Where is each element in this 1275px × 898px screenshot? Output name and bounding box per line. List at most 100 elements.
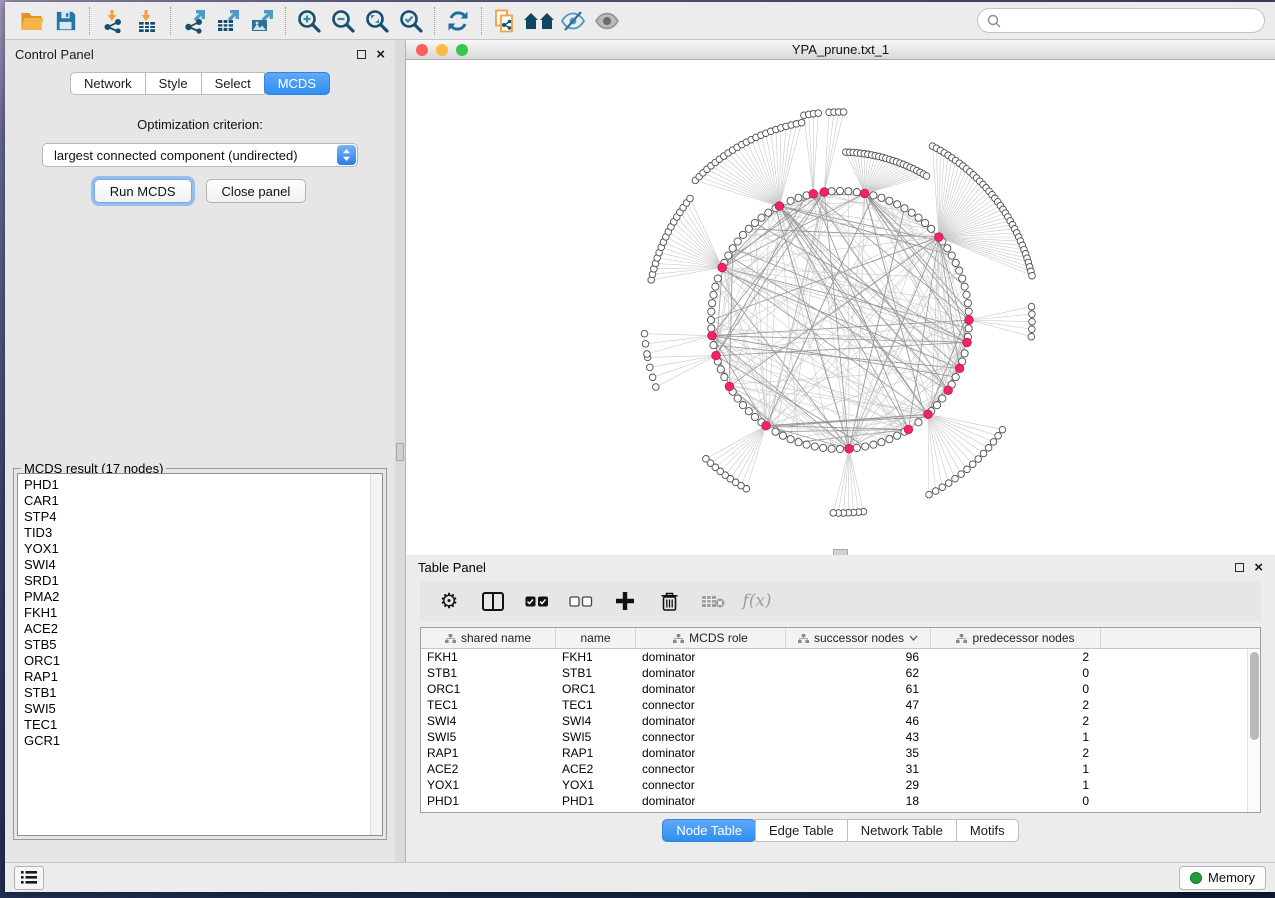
open-file-button[interactable] xyxy=(15,5,49,37)
column-namespace-icon xyxy=(445,634,456,643)
tab-network-table[interactable]: Network Table xyxy=(847,819,957,842)
memory-button[interactable]: Memory xyxy=(1179,866,1266,890)
column-header-predecessor-nodes[interactable]: predecessor nodes xyxy=(931,628,1101,649)
table-scrollbar[interactable] xyxy=(1247,649,1260,812)
close-window-icon[interactable] xyxy=(416,44,428,56)
table-row[interactable]: PHD1PHD1dominator180 xyxy=(421,793,1260,809)
table-row[interactable]: TEC1TEC1connector472 xyxy=(421,697,1260,713)
table-row[interactable]: ACE2ACE2connector311 xyxy=(421,761,1260,777)
import-table-button[interactable] xyxy=(130,5,164,37)
table-row[interactable]: SWI5SWI5connector431 xyxy=(421,729,1260,745)
tab-node-table[interactable]: Node Table xyxy=(662,819,756,842)
network-graph[interactable] xyxy=(406,60,1275,555)
cell-filler xyxy=(1101,649,1260,665)
table-toolbar: ⚙ xyxy=(420,581,1261,621)
panel-split-divider[interactable] xyxy=(395,40,405,862)
cell-successor-nodes: 96 xyxy=(786,649,931,665)
cell-filler xyxy=(1101,729,1260,745)
refresh-layout-button[interactable] xyxy=(441,5,475,37)
export-network-icon xyxy=(181,8,207,34)
table-scrollbar-thumb[interactable] xyxy=(1250,652,1259,740)
mcds-result-item[interactable]: STB5 xyxy=(24,637,382,653)
column-header-shared-name[interactable]: shared name xyxy=(421,628,556,649)
mcds-result-item[interactable]: YOX1 xyxy=(24,541,382,557)
close-panel-icon[interactable]: × xyxy=(376,47,385,62)
control-panel-title: Control Panel xyxy=(15,47,94,62)
mcds-result-item[interactable]: SWI4 xyxy=(24,557,382,573)
cell-successor-nodes: 46 xyxy=(786,713,931,729)
cell-shared-name: ORC1 xyxy=(421,681,556,697)
run-mcds-button[interactable]: Run MCDS xyxy=(94,179,192,203)
table-body: FKH1FKH1dominator962STB1STB1dominator620… xyxy=(421,649,1260,809)
mcds-result-item[interactable]: PMA2 xyxy=(24,589,382,605)
column-header-name[interactable]: name xyxy=(556,628,636,649)
cell-filler xyxy=(1101,665,1260,681)
table-tabs: Node TableEdge TableNetwork TableMotifs xyxy=(406,819,1275,842)
close-panel-button[interactable]: Close panel xyxy=(206,179,307,203)
tab-edge-table[interactable]: Edge Table xyxy=(755,819,848,842)
close-table-panel-icon[interactable]: × xyxy=(1254,560,1263,575)
copy-network-button[interactable] xyxy=(488,5,522,37)
mcds-result-item[interactable]: CAR1 xyxy=(24,493,382,509)
divider-handle[interactable] xyxy=(396,443,404,461)
table-row[interactable]: YOX1YOX1connector291 xyxy=(421,777,1260,793)
mcds-result-item[interactable]: ORC1 xyxy=(24,653,382,669)
mcds-result-item[interactable]: SRD1 xyxy=(24,573,382,589)
delete-column-button[interactable] xyxy=(654,586,684,616)
column-header-successor-nodes[interactable]: successor nodes xyxy=(786,628,931,649)
mcds-result-item[interactable]: GCR1 xyxy=(24,733,382,749)
table-options-button[interactable]: ⚙ xyxy=(434,586,464,616)
minimize-window-icon[interactable] xyxy=(436,44,448,56)
select-all-columns-button[interactable] xyxy=(522,586,552,616)
tab-select[interactable]: Select xyxy=(201,72,265,95)
mcds-result-item[interactable]: STB1 xyxy=(24,685,382,701)
criterion-select[interactable]: largest connected component (undirected) xyxy=(42,143,358,167)
mcds-result-item[interactable]: FKH1 xyxy=(24,605,382,621)
maximize-window-icon[interactable] xyxy=(456,44,468,56)
tab-network[interactable]: Network xyxy=(70,72,146,95)
result-list-scrollbar[interactable] xyxy=(370,474,382,835)
cell-mcds-role: dominator xyxy=(636,713,786,729)
import-network-button[interactable] xyxy=(96,5,130,37)
save-session-button[interactable] xyxy=(49,5,83,37)
cell-predecessor-nodes: 1 xyxy=(931,777,1101,793)
mcds-result-item[interactable]: STP4 xyxy=(24,509,382,525)
tab-motifs[interactable]: Motifs xyxy=(956,819,1019,842)
create-column-button[interactable] xyxy=(610,586,640,616)
first-neighbors-button[interactable] xyxy=(522,5,556,37)
export-table-button[interactable] xyxy=(211,5,245,37)
float-panel-icon[interactable] xyxy=(357,50,366,59)
table-row[interactable]: STB1STB1dominator620 xyxy=(421,665,1260,681)
table-row[interactable]: FKH1FKH1dominator962 xyxy=(421,649,1260,665)
tab-mcds[interactable]: MCDS xyxy=(264,72,330,95)
mcds-result-item[interactable]: PHD1 xyxy=(24,477,382,493)
mcds-result-item[interactable]: TID3 xyxy=(24,525,382,541)
cell-name: ORC1 xyxy=(556,681,636,697)
table-row[interactable]: ORC1ORC1dominator610 xyxy=(421,681,1260,697)
table-row[interactable]: SWI4SWI4dominator462 xyxy=(421,713,1260,729)
cell-successor-nodes: 31 xyxy=(786,761,931,777)
task-history-button[interactable] xyxy=(14,866,44,890)
zoom-selected-button[interactable] xyxy=(394,5,428,37)
show-all-button[interactable] xyxy=(590,5,624,37)
mcds-result-item[interactable]: RAP1 xyxy=(24,669,382,685)
mcds-result-item[interactable]: ACE2 xyxy=(24,621,382,637)
hide-selected-button[interactable] xyxy=(556,5,590,37)
split-handle[interactable] xyxy=(833,549,848,555)
checked-boxes-icon xyxy=(525,596,549,607)
zoom-in-button[interactable] xyxy=(292,5,326,37)
mcds-result-item[interactable]: SWI5 xyxy=(24,701,382,717)
unselect-all-columns-button[interactable] xyxy=(566,586,596,616)
mcds-result-item[interactable]: TEC1 xyxy=(24,717,382,733)
column-header-mcds-role[interactable]: MCDS role xyxy=(636,628,786,649)
float-table-panel-icon[interactable] xyxy=(1235,563,1244,572)
table-row[interactable]: RAP1RAP1dominator352 xyxy=(421,745,1260,761)
tab-style[interactable]: Style xyxy=(145,72,202,95)
export-network-button[interactable] xyxy=(177,5,211,37)
export-image-button[interactable] xyxy=(245,5,279,37)
show-column-button[interactable] xyxy=(478,586,508,616)
zoom-fit-button[interactable] xyxy=(360,5,394,37)
zoom-out-button[interactable] xyxy=(326,5,360,37)
search-input[interactable] xyxy=(1006,13,1255,28)
network-canvas[interactable] xyxy=(406,60,1275,555)
